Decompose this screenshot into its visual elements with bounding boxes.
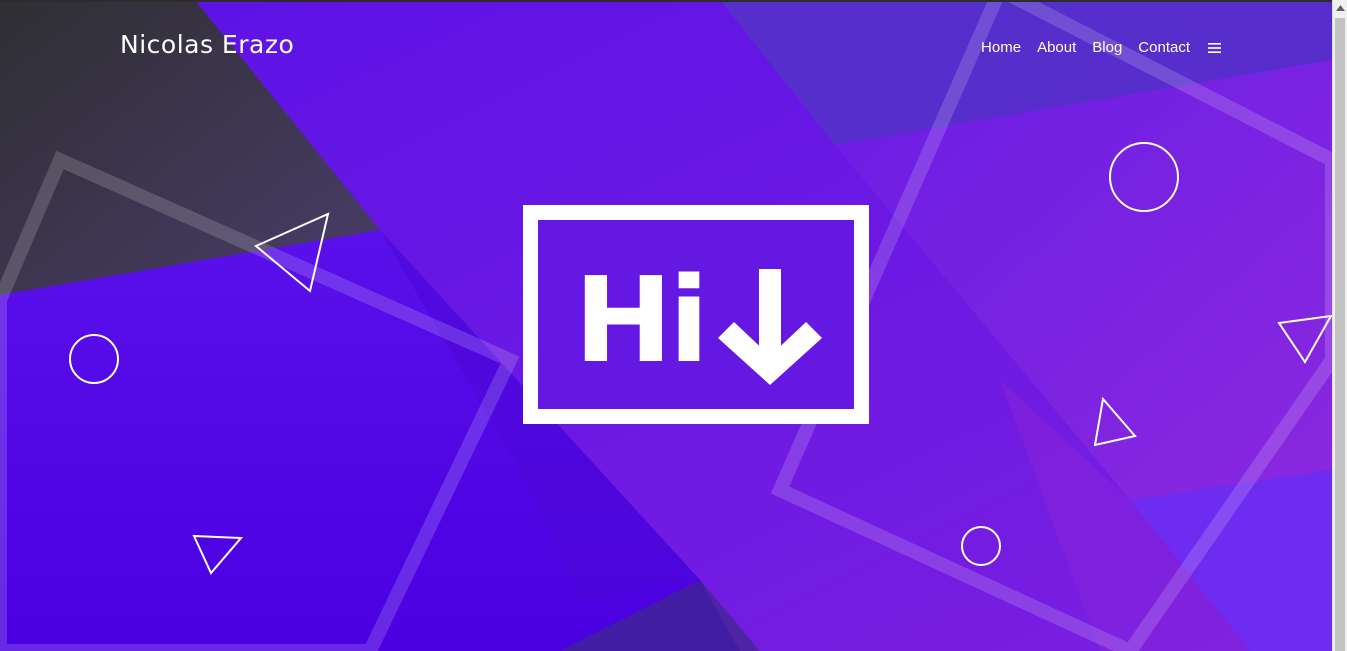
nav-blog[interactable]: Blog	[1092, 39, 1122, 56]
hamburger-icon[interactable]	[1208, 42, 1221, 54]
arrow-down-icon	[718, 269, 822, 385]
nav-home[interactable]: Home	[981, 39, 1021, 56]
hero-greeting-frame: Hi	[523, 205, 869, 424]
vertical-scrollbar[interactable]	[1332, 0, 1347, 651]
main-nav: Home About Blog Contact	[965, 39, 1221, 56]
scrollbar-thumb[interactable]	[1335, 18, 1345, 651]
hero-greeting-panel: Hi	[538, 220, 854, 409]
nav-about[interactable]: About	[1037, 39, 1076, 56]
page-viewport: Nicolas Erazo Home About Blog Contact Hi	[0, 0, 1332, 651]
hero-greeting-text: Hi	[574, 251, 709, 389]
nav-contact[interactable]: Contact	[1138, 39, 1190, 56]
top-border	[0, 0, 1332, 2]
scroll-up-arrow-icon[interactable]	[1336, 5, 1345, 11]
brand-logo-link[interactable]: Nicolas Erazo	[120, 30, 294, 59]
